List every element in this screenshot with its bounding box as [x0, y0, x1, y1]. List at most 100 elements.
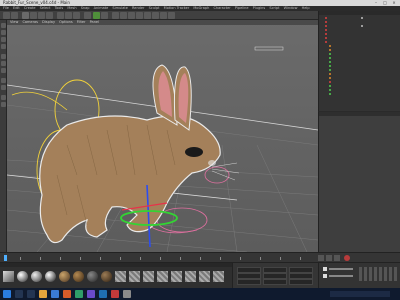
model-mode-icon[interactable]	[1, 30, 6, 35]
menu-create[interactable]: Create	[24, 6, 36, 10]
edges-mode-icon[interactable]	[1, 61, 6, 66]
cinema4d-icon[interactable]	[99, 290, 107, 298]
undo-icon[interactable]	[3, 12, 10, 19]
rotate-icon[interactable]	[46, 12, 53, 19]
task-view-icon[interactable]	[27, 290, 35, 298]
deformer-icon[interactable]	[144, 12, 151, 19]
material-swatch[interactable]	[143, 271, 154, 282]
menu-snap[interactable]: Snap	[81, 6, 90, 10]
move-icon[interactable]	[30, 12, 37, 19]
menu-plugins[interactable]: Plugins	[253, 6, 266, 10]
floor-icon[interactable]	[152, 12, 159, 19]
material-swatch[interactable]	[101, 271, 112, 282]
material-swatch[interactable]	[73, 271, 84, 282]
layer-toggles[interactable]	[359, 267, 397, 281]
viewport-menu-panel[interactable]: Panel	[90, 20, 99, 24]
app-icon[interactable]	[75, 290, 83, 298]
material-swatch[interactable]	[87, 271, 98, 282]
system-tray[interactable]	[330, 291, 390, 297]
menu-select[interactable]: Select	[40, 6, 51, 10]
step-forward-icon[interactable]	[334, 255, 340, 261]
lock-workplane-icon[interactable]	[1, 102, 6, 107]
material-swatch[interactable]	[3, 271, 14, 282]
menu-script[interactable]: Script	[269, 6, 279, 10]
redo-icon[interactable]	[11, 12, 18, 19]
snapping-icon[interactable]	[1, 95, 6, 100]
y-axis-icon[interactable]	[65, 12, 72, 19]
viewport-menu-view[interactable]: View	[10, 20, 18, 24]
search-icon[interactable]	[15, 290, 23, 298]
app-icon[interactable]	[87, 290, 95, 298]
viewport-menu-options[interactable]: Options	[59, 20, 73, 24]
axis-mode-icon[interactable]	[1, 78, 6, 83]
record-icon[interactable]	[344, 255, 350, 261]
material-swatch[interactable]	[171, 271, 182, 282]
z-axis-icon[interactable]	[73, 12, 80, 19]
perspective-viewport[interactable]: View Cameras Display Options Filter Pane…	[7, 20, 318, 252]
menu-pipeline[interactable]: Pipeline	[235, 6, 249, 10]
material-swatch[interactable]	[157, 271, 168, 282]
viewport-menu-cameras[interactable]: Cameras	[22, 20, 38, 24]
texture-mode-icon[interactable]	[1, 37, 6, 42]
layer-color-swatch[interactable]	[323, 274, 327, 278]
menu-motion-tracker[interactable]: Motion Tracker	[164, 6, 190, 10]
menu-render[interactable]: Render	[132, 6, 144, 10]
material-swatch[interactable]	[31, 271, 42, 282]
render-view-icon[interactable]	[84, 12, 91, 19]
timeline-playhead[interactable]	[4, 255, 7, 261]
workplane-icon[interactable]	[1, 44, 6, 49]
material-swatch[interactable]	[213, 271, 224, 282]
app-icon[interactable]	[111, 290, 119, 298]
scale-icon[interactable]	[38, 12, 45, 19]
x-axis-icon[interactable]	[57, 12, 64, 19]
cube-icon[interactable]	[112, 12, 119, 19]
make-editable-icon[interactable]	[1, 23, 6, 28]
points-mode-icon[interactable]	[1, 54, 6, 59]
material-swatch[interactable]	[129, 271, 140, 282]
render-picture-viewer-icon[interactable]	[93, 12, 100, 19]
polygons-mode-icon[interactable]	[1, 68, 6, 73]
menu-mesh[interactable]: Mesh	[67, 6, 76, 10]
select-icon[interactable]	[22, 12, 29, 19]
timeline[interactable]	[0, 252, 400, 262]
position-z-field[interactable]	[237, 279, 261, 285]
layer-row[interactable]	[329, 275, 353, 277]
app-icon[interactable]	[63, 290, 71, 298]
material-swatch[interactable]	[17, 271, 28, 282]
menu-simulate[interactable]: Simulate	[112, 6, 127, 10]
rotation-b-field[interactable]	[289, 279, 313, 285]
viewport-menu-display[interactable]: Display	[42, 20, 55, 24]
render-settings-icon[interactable]	[101, 12, 108, 19]
camera-icon[interactable]	[160, 12, 167, 19]
menu-sculpt[interactable]: Sculpt	[149, 6, 160, 10]
menu-edit[interactable]: Edit	[13, 6, 20, 10]
object-row[interactable]	[319, 92, 400, 96]
material-swatch[interactable]	[199, 271, 210, 282]
array-icon[interactable]	[136, 12, 143, 19]
menu-animate[interactable]: Animate	[94, 6, 109, 10]
app-icon[interactable]	[123, 290, 131, 298]
pen-icon[interactable]	[120, 12, 127, 19]
menu-tools[interactable]: Tools	[55, 6, 64, 10]
menu-file[interactable]: File	[3, 6, 9, 10]
material-swatch[interactable]	[185, 271, 196, 282]
file-explorer-icon[interactable]	[39, 290, 47, 298]
layer-color-swatch[interactable]	[323, 267, 327, 271]
layer-row[interactable]	[329, 268, 353, 270]
material-swatch[interactable]	[45, 271, 56, 282]
menu-window[interactable]: Window	[284, 6, 298, 10]
tweak-mode-icon[interactable]	[1, 85, 6, 90]
viewport-menu-filter[interactable]: Filter	[77, 20, 86, 24]
material-swatch[interactable]	[59, 271, 70, 282]
menu-character[interactable]: Character	[213, 6, 230, 10]
start-button-icon[interactable]	[3, 290, 11, 298]
menu-mograph[interactable]: MoGraph	[193, 6, 209, 10]
light-icon[interactable]	[168, 12, 175, 19]
browser-icon[interactable]	[51, 290, 59, 298]
material-swatch[interactable]	[115, 271, 126, 282]
play-backward-icon[interactable]	[318, 255, 324, 261]
play-icon[interactable]	[326, 255, 332, 261]
menu-help[interactable]: Help	[302, 6, 310, 10]
size-z-field[interactable]	[263, 279, 287, 285]
subdivision-icon[interactable]	[128, 12, 135, 19]
